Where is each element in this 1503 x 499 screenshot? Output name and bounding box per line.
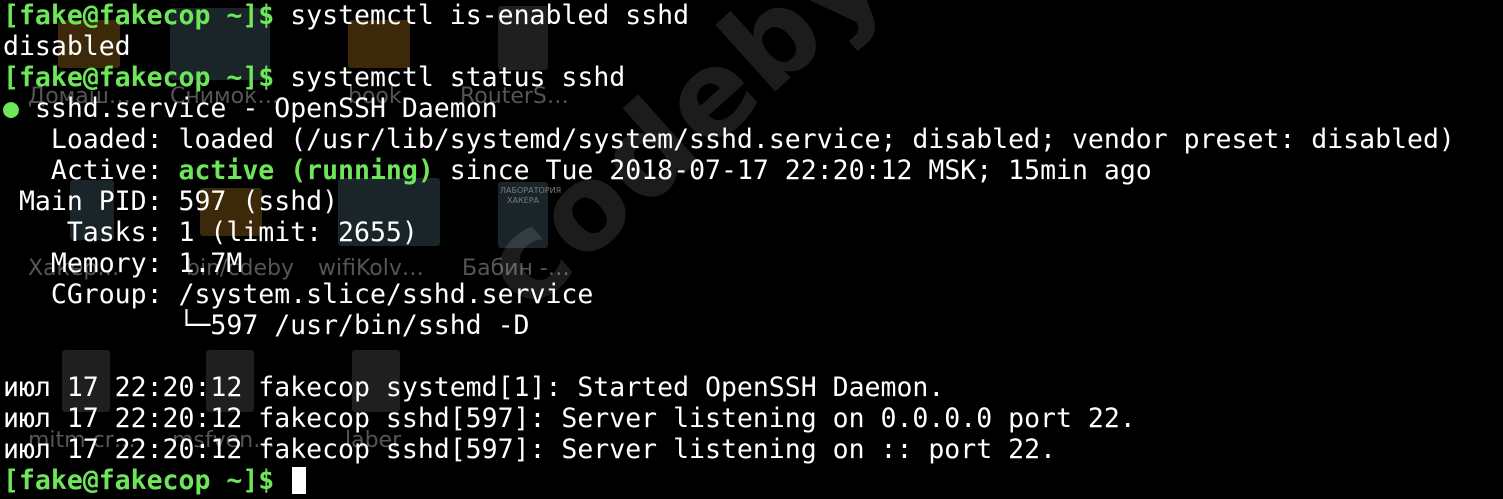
main-pid-value: 597 (sshd) <box>178 186 339 217</box>
terminal-window[interactable]: Домаш… Снимок… book RouterS… ЛАБОРАТОРИЯ… <box>0 0 1503 499</box>
shell-prompt: [fake@fakecop ~]$ <box>3 465 275 496</box>
loaded-value: loaded (/usr/lib/systemd/system/sshd.ser… <box>178 124 1455 155</box>
memory-line: Memory: 1.7M <box>3 248 1455 279</box>
command-text: systemctl is-enabled sshd <box>290 0 690 31</box>
main-pid-label: Main PID: <box>3 186 163 217</box>
active-state: active (running) <box>178 155 434 186</box>
shell-prompt: [fake@fakecop ~]$ <box>3 0 275 31</box>
unit-title-line: ● sshd.service - OpenSSH Daemon <box>3 93 1455 124</box>
text-cursor[interactable] <box>292 467 307 494</box>
active-since: since Tue 2018-07-17 22:20:12 MSK; 15min… <box>449 155 1152 186</box>
memory-label: Memory: <box>3 248 163 279</box>
command-line: [fake@fakecop ~]$ systemctl status sshd <box>3 62 1455 93</box>
shell-prompt: [fake@fakecop ~]$ <box>3 62 275 93</box>
loaded-label: Loaded: <box>3 124 163 155</box>
command-line: [fake@fakecop ~]$ systemctl is-enabled s… <box>3 0 1455 31</box>
memory-value: 1.7M <box>178 248 243 279</box>
log-line: июл 17 22:20:12 fakecop sshd[597]: Serve… <box>3 403 1136 434</box>
log-line: июл 17 22:20:12 fakecop systemd[1]: Star… <box>3 372 945 403</box>
tasks-label: Tasks: <box>3 217 163 248</box>
terminal-output[interactable]: [fake@fakecop ~]$ systemctl is-enabled s… <box>3 0 1455 496</box>
active-label: Active: <box>3 155 163 186</box>
loaded-line: Loaded: loaded (/usr/lib/systemd/system/… <box>3 124 1455 155</box>
cgroup-line: CGroup: /system.slice/sshd.service <box>3 279 1455 310</box>
main-pid-line: Main PID: 597 (sshd) <box>3 186 1455 217</box>
log-line: июл 17 22:20:12 fakecop sshd[597]: Serve… <box>3 434 1056 465</box>
cgroup-value: /system.slice/sshd.service <box>178 279 594 310</box>
cgroup-child-line: └─597 /usr/bin/sshd -D <box>3 310 530 341</box>
command-line[interactable]: [fake@fakecop ~]$ <box>3 465 1455 496</box>
command-text: systemctl status sshd <box>290 62 626 93</box>
unit-title: sshd.service - OpenSSH Daemon <box>34 93 498 124</box>
cgroup-label: CGroup: <box>3 279 163 310</box>
active-line: Active: active (running) since Tue 2018-… <box>3 155 1455 186</box>
tasks-line: Tasks: 1 (limit: 2655) <box>3 217 1455 248</box>
status-dot-icon: ● <box>3 93 19 124</box>
output-line: disabled <box>3 31 131 62</box>
tasks-value: 1 (limit: 2655) <box>178 217 418 248</box>
